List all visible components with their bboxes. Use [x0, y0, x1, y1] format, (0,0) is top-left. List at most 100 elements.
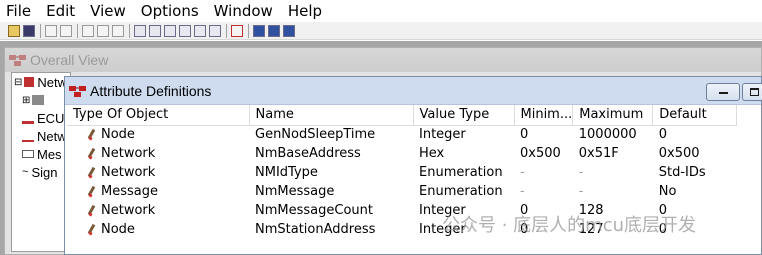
text-icon[interactable] [134, 24, 146, 37]
split-horizontal-icon[interactable] [268, 24, 280, 37]
cell-value-type: Integer [419, 127, 466, 143]
expand-icon[interactable]: ⊞ [22, 95, 30, 106]
copy-icon[interactable] [45, 24, 57, 37]
table-icon[interactable] [194, 24, 206, 37]
attribute-icon [87, 223, 97, 236]
cell-name: NmMessage [255, 184, 335, 199]
cell-value-type: Enumeration [419, 184, 503, 199]
tree-item-ecu[interactable]: ECU [22, 109, 64, 127]
attribute-icon [87, 129, 97, 141]
cell-default: 0 [658, 127, 668, 143]
maximize-button[interactable] [742, 83, 762, 101]
minimize-button[interactable] [706, 83, 740, 101]
app-icon [9, 53, 27, 67]
table-icon[interactable] [179, 24, 191, 37]
cell-max: 0x51F [578, 146, 619, 161]
menu-window[interactable]: Window [214, 2, 273, 20]
toolbar-separator [248, 23, 249, 38]
tree-item-messages[interactable]: Mes [22, 145, 62, 163]
cell-type: Node [101, 222, 135, 237]
signal-icon: ~ [22, 166, 29, 178]
tree-item-signals[interactable]: ~ Sign [22, 163, 57, 181]
cell-value-type: Hex [419, 146, 445, 161]
table-row[interactable]: Node GenNodSleepTime Integer 0 1000000 0 [67, 125, 737, 144]
column-header-default[interactable]: Default [652, 105, 738, 126]
cell-max: - [578, 184, 584, 199]
abc-icon[interactable] [231, 24, 243, 37]
attribute-definitions-titlebar[interactable]: Attribute Definitions [65, 77, 761, 105]
menu-file[interactable]: File [6, 2, 31, 20]
cell-default: Std-IDs [658, 165, 706, 180]
column-header-type[interactable]: Type Of Object [67, 105, 250, 126]
attribute-icon [87, 185, 97, 198]
cell-min: 0 [520, 127, 529, 143]
cell-min: - [520, 184, 525, 199]
properties-icon[interactable] [82, 24, 94, 37]
cell-type: Node [101, 127, 135, 143]
cell-min: 0x500 [520, 146, 561, 161]
split-vertical-icon[interactable] [283, 24, 295, 37]
table-icon[interactable] [209, 24, 221, 37]
network-tree[interactable]: ⊟ Netw ⊞ ECU Netw Mes ~ Sign [11, 72, 71, 252]
toolbar-separator [40, 23, 41, 38]
watermark: 公众号 · 底层人的mcu底层开发 [442, 215, 697, 236]
cell-name: NmMessageCount [255, 203, 373, 218]
menu-help[interactable]: Help [288, 2, 322, 20]
menu-options[interactable]: Options [141, 2, 199, 20]
column-header-name[interactable]: Name [249, 105, 414, 126]
column-header-value-type[interactable]: Value Type [413, 105, 515, 126]
table-icon[interactable] [164, 24, 176, 37]
network-icon [24, 77, 35, 87]
table-row[interactable]: Network NMIdType Enumeration - - Std-IDs [67, 163, 737, 182]
toolbar-separator [226, 23, 227, 38]
ecu-icon [22, 112, 34, 124]
column-header-maximum[interactable]: Maximum [572, 105, 654, 126]
app-icon [69, 84, 87, 98]
cell-max: 1000000 [578, 127, 637, 143]
cell-value-type: Enumeration [419, 165, 503, 180]
toolbar-separator [129, 23, 130, 38]
column-header-minimum[interactable]: Minim... [514, 105, 574, 126]
cell-type: Network [101, 203, 156, 218]
list-icon[interactable] [253, 24, 265, 37]
cell-type: Network [101, 146, 156, 161]
network-icon [32, 95, 45, 105]
overall-view-title: Overall View [30, 52, 109, 68]
menu-bar: File Edit View Options Window Help [0, 0, 762, 22]
cell-max: - [578, 165, 584, 180]
open-icon[interactable] [8, 24, 20, 37]
collapse-icon[interactable]: ⊟ [14, 77, 22, 88]
cell-name: NMIdType [255, 165, 318, 180]
minimize-icon [719, 92, 728, 94]
maximize-icon [750, 88, 759, 96]
overall-view-titlebar[interactable]: Overall View [5, 48, 761, 72]
cell-min: - [520, 165, 525, 180]
cell-type: Network [101, 165, 156, 180]
menu-edit[interactable]: Edit [46, 2, 75, 20]
cell-default: No [658, 184, 677, 199]
menu-view[interactable]: View [90, 2, 126, 20]
cell-name: NmStationAddress [255, 222, 376, 237]
table-icon[interactable] [149, 24, 161, 37]
message-icon [22, 150, 34, 158]
cell-type: Message [101, 184, 158, 199]
delete-icon[interactable] [112, 24, 124, 37]
table-header-row: Type Of Object Name Value Type Minim... … [67, 105, 738, 126]
paste-icon[interactable] [60, 24, 72, 37]
attribute-icon [87, 147, 97, 160]
node-icon [22, 130, 34, 142]
toolbar [0, 22, 762, 40]
attribute-icon [87, 204, 97, 217]
tree-item-network[interactable]: ⊟ Netw [14, 73, 67, 91]
attribute-icon [87, 166, 97, 179]
toolbar-separator [77, 23, 78, 38]
cell-default: 0x500 [658, 146, 700, 161]
tree-item-network-child[interactable]: ⊞ [22, 91, 47, 109]
table-row[interactable]: Network NmBaseAddress Hex 0x500 0x51F 0x… [67, 144, 737, 163]
table-row[interactable]: Message NmMessage Enumeration - - No [67, 182, 737, 201]
cell-name: GenNodSleepTime [255, 127, 376, 143]
cell-name: NmBaseAddress [255, 146, 361, 161]
save-icon[interactable] [23, 24, 35, 37]
find-icon[interactable] [97, 24, 109, 37]
tree-item-network-nodes[interactable]: Netw [22, 127, 67, 145]
